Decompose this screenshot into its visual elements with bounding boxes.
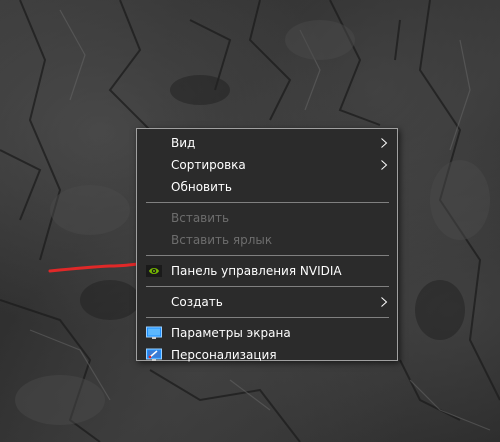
chevron-right-icon [381,138,388,148]
nvidia-icon [146,265,162,277]
menu-item-nvidia-control-panel[interactable]: Панель управления NVIDIA [137,260,397,282]
menu-item-paste-shortcut: Вставить ярлык [137,229,397,251]
menu-item-sort[interactable]: Сортировка [137,154,397,176]
menu-item-refresh[interactable]: Обновить [137,176,397,198]
menu-item-display-settings[interactable]: Параметры экрана [137,322,397,344]
menu-item-label: Персонализация [171,348,277,362]
menu-item-paste: Вставить [137,207,397,229]
menu-item-label: Вставить [171,211,230,225]
personalization-icon [146,348,162,361]
menu-item-label: Обновить [171,180,232,194]
menu-item-view[interactable]: Вид [137,132,397,154]
chevron-right-icon [381,160,388,170]
menu-item-label: Вид [171,136,196,150]
desktop-background[interactable]: Вид Сортировка Обновить Вставить Вставит… [0,0,500,442]
menu-separator [146,202,389,203]
menu-separator [146,317,389,318]
chevron-right-icon [381,297,388,307]
menu-item-label: Создать [171,295,223,309]
menu-item-new[interactable]: Создать [137,291,397,313]
menu-item-label: Вставить ярлык [171,233,273,247]
display-settings-icon [146,326,162,339]
menu-item-label: Панель управления NVIDIA [171,264,342,278]
menu-item-personalization[interactable]: Персонализация [137,344,397,366]
menu-separator [146,255,389,256]
menu-separator [146,286,389,287]
menu-item-label: Сортировка [171,158,246,172]
menu-item-label: Параметры экрана [171,326,291,340]
desktop-context-menu: Вид Сортировка Обновить Вставить Вставит… [136,128,398,362]
